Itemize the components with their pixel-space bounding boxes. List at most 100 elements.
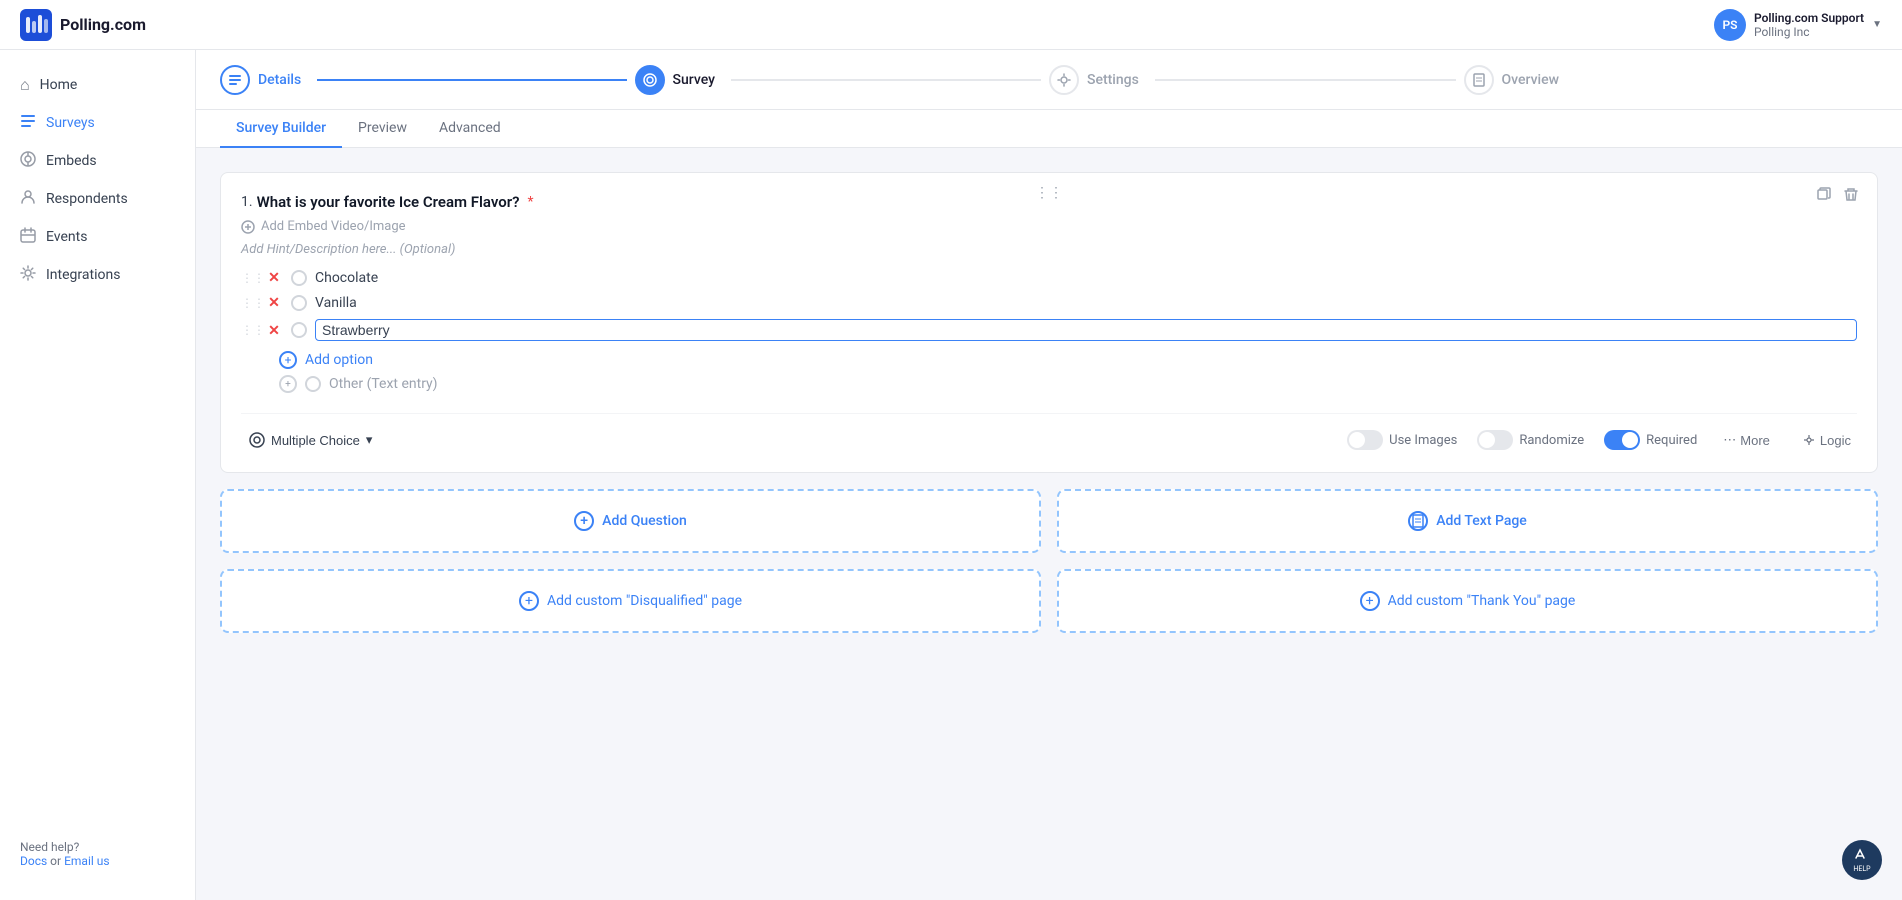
logic-label: Logic (1820, 433, 1851, 448)
add-option-row[interactable]: + Add option (279, 351, 1857, 369)
add-question-icon: + (574, 511, 594, 531)
tab-survey-builder[interactable]: Survey Builder (220, 110, 342, 148)
sidebar: ⌂ Home Surveys Embeds Respondents (0, 50, 196, 900)
duplicate-button[interactable] (1813, 185, 1833, 210)
help-button[interactable]: HELP (1842, 840, 1882, 880)
settings-step-icon (1049, 65, 1079, 95)
sidebar-item-label: Surveys (46, 115, 95, 131)
option-text-2: Vanilla (315, 295, 1857, 311)
details-step-label: Details (258, 72, 301, 88)
randomize-control: Randomize (1477, 430, 1584, 450)
thank-you-page-icon: + (1360, 591, 1380, 611)
option-radio-1 (291, 270, 307, 286)
wizard-step-details[interactable]: Details (220, 65, 635, 95)
avatar: PS (1714, 9, 1746, 41)
other-label: Other (Text entry) (329, 376, 438, 392)
question-text: What is your favorite Ice Cream Flavor? (257, 193, 520, 211)
logo-text: Polling.com (60, 15, 146, 34)
sidebar-item-surveys[interactable]: Surveys (0, 104, 195, 142)
logo[interactable]: Polling.com (20, 9, 146, 41)
option-delete-3[interactable]: ✕ (265, 322, 283, 339)
sidebar-item-events[interactable]: Events (0, 218, 195, 256)
more-label: More (1740, 433, 1770, 448)
sub-tabs: Survey Builder Preview Advanced (196, 110, 1902, 148)
use-images-label: Use Images (1389, 433, 1457, 448)
add-thank-you-page-button[interactable]: + Add custom "Thank You" page (1057, 569, 1878, 633)
option-text-1: Chocolate (315, 270, 1857, 286)
content-area: ⋮⋮ 1. What is your favorite Ice Cream Fl… (196, 148, 1902, 900)
user-org: Polling Inc (1754, 25, 1864, 39)
wizard-step-overview[interactable]: Overview (1464, 65, 1879, 95)
sidebar-nav: ⌂ Home Surveys Embeds Respondents (0, 66, 195, 824)
logic-button[interactable]: Logic (1796, 429, 1857, 452)
sidebar-footer: Need help? Docs or Email us (0, 824, 195, 884)
sidebar-item-label: Home (40, 77, 78, 93)
option-drag-handle[interactable]: ⋮⋮ (241, 323, 257, 337)
integrations-icon (20, 265, 36, 285)
sidebar-item-embeds[interactable]: Embeds (0, 142, 195, 180)
add-text-page-button[interactable]: Add Text Page (1057, 489, 1878, 553)
required-toggle[interactable] (1604, 430, 1640, 450)
question-card: ⋮⋮ 1. What is your favorite Ice Cream Fl… (220, 172, 1878, 473)
step-line-1 (317, 79, 626, 81)
use-images-control: Use Images (1347, 430, 1457, 450)
option-row-3: ⋮⋮ ✕ (241, 319, 1857, 341)
sidebar-item-label: Events (46, 229, 87, 245)
add-question-button[interactable]: + Add Question (220, 489, 1041, 553)
option-drag-handle[interactable]: ⋮⋮ (241, 296, 257, 310)
step-line-3 (1155, 79, 1456, 81)
other-radio (305, 376, 321, 392)
add-text-page-label: Add Text Page (1436, 513, 1527, 529)
randomize-label: Randomize (1519, 433, 1584, 448)
settings-step-label: Settings (1087, 72, 1139, 88)
use-images-toggle[interactable] (1347, 430, 1383, 450)
overview-step-icon (1464, 65, 1494, 95)
hint-description[interactable]: Add Hint/Description here... (Optional) (241, 242, 1857, 257)
option-input-3[interactable] (315, 319, 1857, 341)
tab-advanced[interactable]: Advanced (423, 110, 517, 148)
sidebar-item-respondents[interactable]: Respondents (0, 180, 195, 218)
wizard-step-settings[interactable]: Settings (1049, 65, 1464, 95)
tab-preview[interactable]: Preview (342, 110, 423, 148)
required-control: Required (1604, 430, 1697, 450)
help-text: Need help? (20, 840, 79, 854)
required-label: Required (1646, 433, 1697, 448)
drag-handle[interactable]: ⋮⋮ (1035, 185, 1063, 201)
header-right: PS Polling.com Support Polling Inc ▼ (1714, 9, 1882, 41)
thank-you-page-label: Add custom "Thank You" page (1388, 593, 1576, 609)
randomize-toggle[interactable] (1477, 430, 1513, 450)
add-disqualified-page-button[interactable]: + Add custom "Disqualified" page (220, 569, 1041, 633)
chevron-down-icon[interactable]: ▼ (1872, 19, 1882, 30)
header: Polling.com PS Polling.com Support Polli… (0, 0, 1902, 50)
sidebar-item-label: Embeds (46, 153, 97, 169)
sidebar-item-integrations[interactable]: Integrations (0, 256, 195, 294)
card-actions (1813, 185, 1861, 210)
option-delete-2[interactable]: ✕ (265, 294, 283, 311)
type-chevron: ▾ (366, 432, 373, 448)
embed-add-label: Add Embed Video/Image (261, 219, 406, 234)
wizard-step-survey[interactable]: Survey (635, 65, 1050, 95)
embed-add[interactable]: Add Embed Video/Image (241, 219, 1857, 234)
card-footer: Multiple Choice ▾ Use Images Randomize (241, 413, 1857, 452)
add-text-page-icon (1408, 511, 1428, 531)
option-drag-handle[interactable]: ⋮⋮ (241, 271, 257, 285)
or-text: or (47, 854, 64, 868)
question-type-button[interactable]: Multiple Choice ▾ (241, 428, 380, 452)
overview-step-label: Overview (1502, 72, 1559, 88)
events-icon (20, 227, 36, 247)
option-radio-3 (291, 322, 307, 338)
details-step-icon (220, 65, 250, 95)
home-icon: ⌂ (20, 75, 30, 95)
email-link[interactable]: Email us (64, 854, 110, 868)
step-line-2 (731, 79, 1041, 81)
wizard-bar: Details Survey Settings (196, 50, 1902, 110)
respondents-icon (20, 189, 36, 209)
option-delete-1[interactable]: ✕ (265, 269, 283, 286)
other-row[interactable]: + Other (Text entry) (279, 375, 1857, 393)
docs-link[interactable]: Docs (20, 854, 47, 868)
delete-button[interactable] (1841, 185, 1861, 210)
surveys-icon (20, 113, 36, 133)
sidebar-item-label: Respondents (46, 191, 128, 207)
sidebar-item-home[interactable]: ⌂ Home (0, 66, 195, 104)
more-button[interactable]: ⋯ More (1717, 428, 1776, 452)
